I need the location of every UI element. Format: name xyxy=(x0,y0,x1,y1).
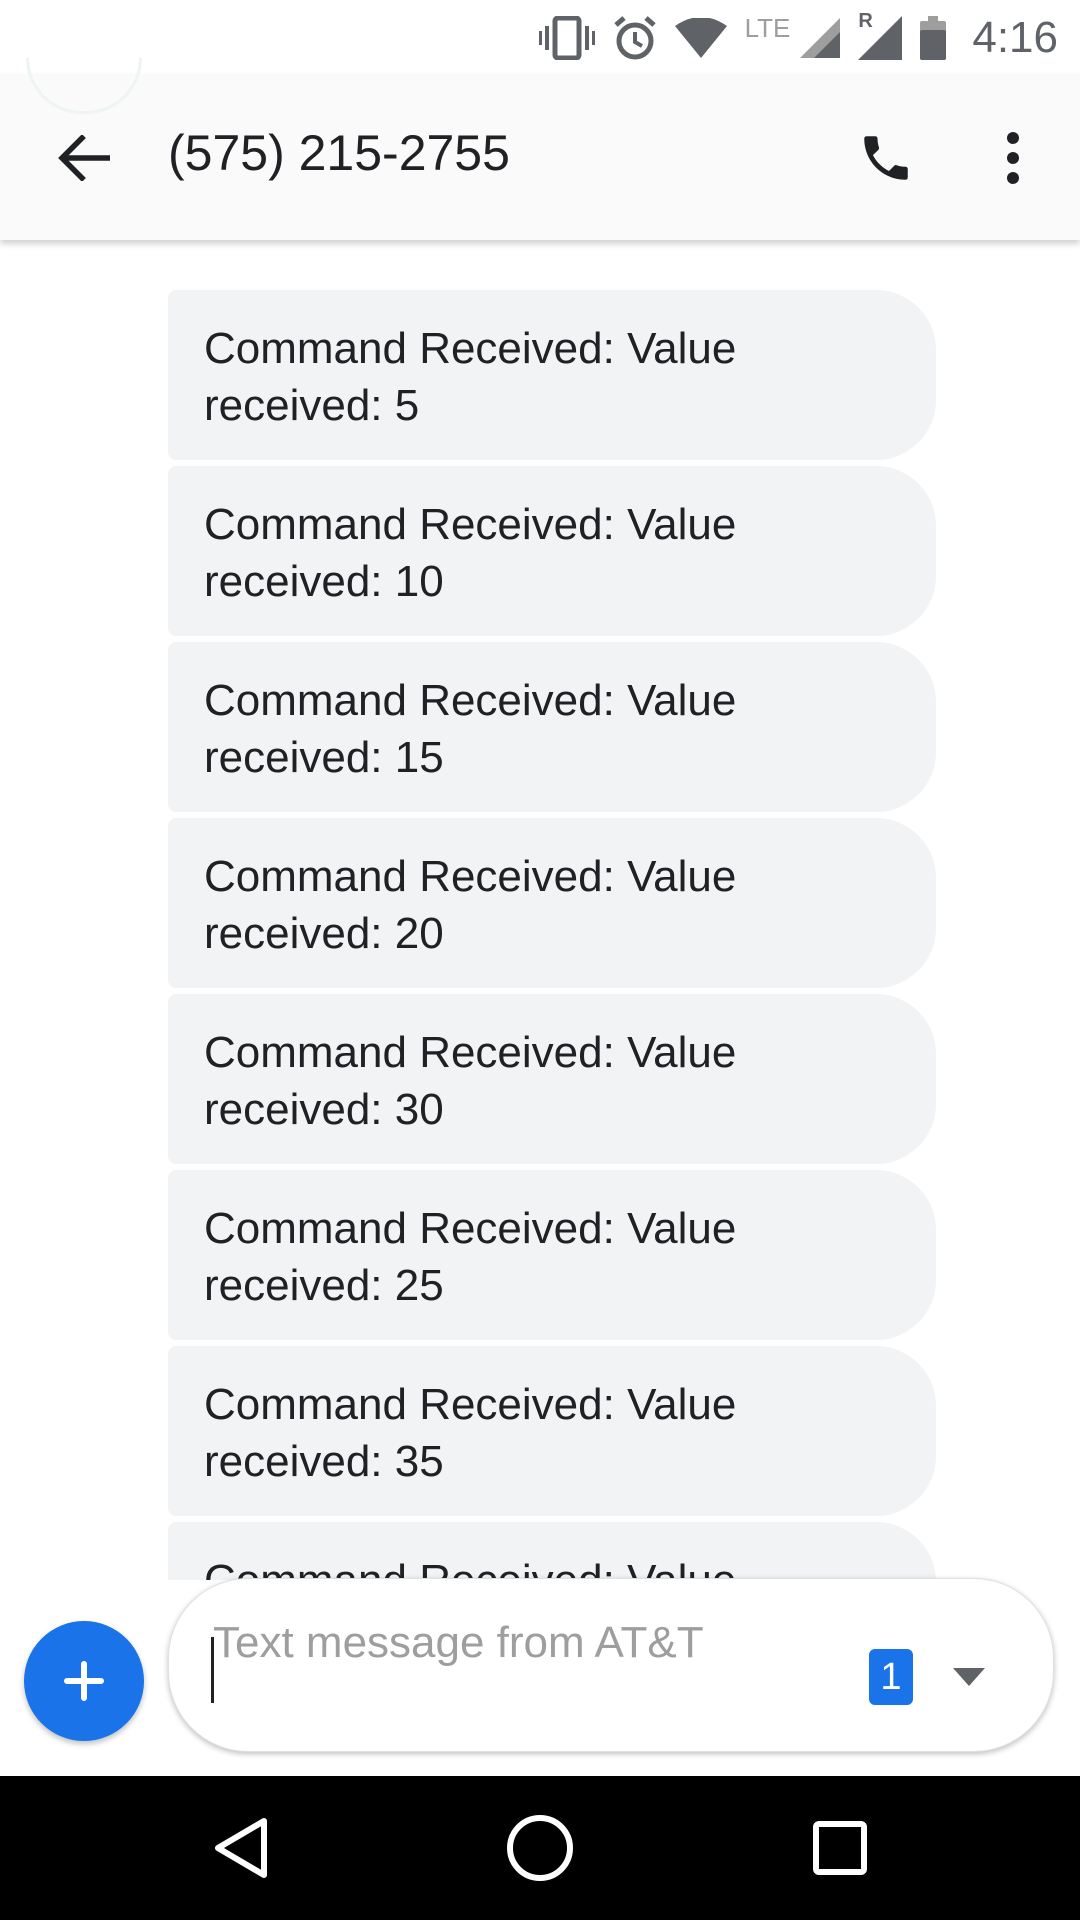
status-icons: LTE R 4:16 xyxy=(538,10,1058,66)
plus-icon xyxy=(64,1661,104,1701)
roaming-label: R xyxy=(858,10,873,32)
compose-bar: 1 xyxy=(168,1578,1054,1752)
message-bubble[interactable]: Command Received: Value received: 15 xyxy=(168,642,936,812)
message-list[interactable]: Command Received: Value received: 5 Comm… xyxy=(168,290,936,1580)
network-type-label: LTE xyxy=(744,12,791,43)
recents-square-icon xyxy=(813,1821,867,1875)
back-button[interactable] xyxy=(48,122,120,194)
nav-back-button[interactable] xyxy=(198,1806,282,1890)
attach-button[interactable] xyxy=(24,1621,144,1741)
arrow-back-icon xyxy=(58,135,110,181)
more-options-button[interactable] xyxy=(985,120,1041,196)
sim-dropdown-button[interactable] xyxy=(947,1657,991,1697)
vibrate-icon xyxy=(538,16,595,60)
wifi-icon xyxy=(674,18,727,58)
alarm-icon xyxy=(613,16,656,60)
caret-down-icon xyxy=(953,1668,985,1686)
more-vert-icon xyxy=(1007,132,1019,184)
message-bubble[interactable]: Command Received: Value received: 5 xyxy=(168,290,936,460)
battery-icon xyxy=(920,16,947,60)
signal-icon xyxy=(800,18,841,58)
home-circle-icon xyxy=(507,1815,573,1881)
message-bubble[interactable]: Command Received: Value received: 10 xyxy=(168,466,936,636)
text-cursor xyxy=(211,1637,214,1703)
phone-icon xyxy=(864,136,908,180)
message-bubble[interactable]: Command Received: Value received: 30 xyxy=(168,994,936,1164)
back-triangle-icon xyxy=(215,1818,267,1878)
message-bubble[interactable]: Command Received: Value xyxy=(168,1522,936,1580)
conversation-title: (575) 215-2755 xyxy=(168,125,510,181)
message-input[interactable] xyxy=(213,1615,773,1725)
message-bubble[interactable]: Command Received: Value received: 20 xyxy=(168,818,936,988)
roaming-signal: R xyxy=(858,10,903,60)
call-button[interactable] xyxy=(848,120,924,196)
status-time: 4:16 xyxy=(972,13,1058,62)
status-bar: LTE R 4:16 xyxy=(0,0,1080,74)
navigation-bar xyxy=(0,1776,1080,1920)
nav-recents-button[interactable] xyxy=(798,1806,882,1890)
nav-home-button[interactable] xyxy=(498,1806,582,1890)
message-bubble[interactable]: Command Received: Value received: 25 xyxy=(168,1170,936,1340)
app-bar: (575) 215-2755 xyxy=(0,74,1080,240)
message-bubble[interactable]: Command Received: Value received: 35 xyxy=(168,1346,936,1516)
sim-selector-badge[interactable]: 1 xyxy=(869,1649,913,1705)
